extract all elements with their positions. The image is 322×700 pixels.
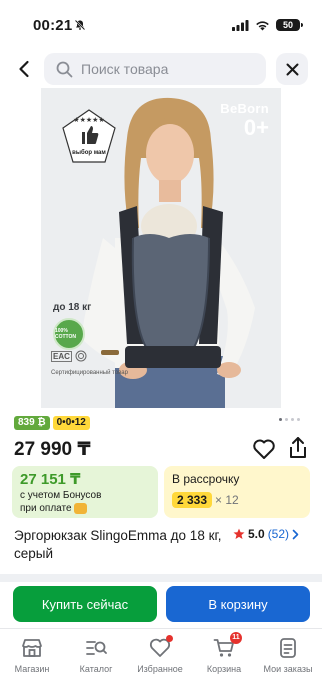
heart-icon	[253, 439, 275, 459]
back-button[interactable]	[10, 53, 38, 85]
pagination-dot	[285, 418, 288, 421]
pagination-dot	[291, 418, 294, 421]
award-label: выбор мам	[72, 150, 106, 156]
bonus-note-line2: при оплате	[20, 503, 72, 514]
section-divider	[0, 574, 322, 582]
tab-cart[interactable]: 11 Корзина	[192, 632, 256, 674]
cotton-badge-icon: 100% COTTON	[53, 318, 85, 350]
orders-icon	[280, 638, 296, 658]
store-icon	[22, 639, 42, 657]
close-button[interactable]	[276, 53, 308, 85]
share-button[interactable]	[287, 436, 309, 460]
search-icon	[56, 61, 73, 77]
review-count: (52)	[267, 527, 290, 541]
tab-label: Каталог	[79, 664, 113, 674]
add-to-cart-button[interactable]: В корзину	[166, 586, 310, 622]
installment-badge: 0•0•12	[52, 416, 90, 430]
installment-card[interactable]: В рассрочку 2 333 × 12	[164, 466, 310, 518]
product-title: Эргорюкзак SlingoEmma до 18 кг, серый	[14, 528, 222, 561]
tab-label: Магазин	[14, 664, 50, 674]
svg-text:★★★★★: ★★★★★	[73, 116, 104, 124]
installment-amount: 2 333	[172, 492, 213, 508]
bonus-coin-icon	[73, 502, 87, 514]
tab-catalog[interactable]: Каталог	[64, 637, 128, 674]
favorites-dot-badge	[166, 635, 173, 642]
tab-label: Мои заказы	[263, 664, 313, 674]
battery-icon: 50	[276, 19, 303, 31]
cart-count-badge: 11	[230, 632, 242, 644]
signal-icon	[232, 19, 249, 31]
catalog-search-icon	[86, 641, 107, 655]
bonus-badge: 839 ₿	[14, 416, 50, 430]
favorite-button[interactable]	[252, 438, 276, 460]
brand-name: BeBorn	[220, 101, 269, 116]
product-image[interactable]: ★★★★★ выбор мам BeBorn 0+ до 18 кг 100% …	[41, 88, 281, 408]
close-icon	[286, 63, 298, 75]
battery-level: 50	[282, 20, 293, 30]
bottom-navigation: Магазин Каталог Избранное 11 Корзина Мои…	[0, 628, 322, 700]
bonus-price-card[interactable]: 27 151 ₸ с учетом Бонусов при оплате	[12, 466, 158, 518]
product-price: 27 990 ₸	[14, 439, 91, 460]
tab-store[interactable]: Магазин	[0, 637, 64, 674]
cotton-badge-text: 100% COTTON	[55, 328, 77, 340]
installment-months: × 12	[215, 493, 239, 507]
share-icon	[290, 437, 306, 458]
brand-mark: BeBorn 0+	[220, 102, 269, 139]
award-badge: ★★★★★ выбор мам	[61, 108, 117, 164]
buy-now-button[interactable]: Купить сейчас	[13, 586, 157, 622]
tab-favorites[interactable]: Избранное	[128, 635, 192, 674]
status-time: 00:21	[33, 17, 73, 34]
bonus-note-line1: с учетом Бонусов	[20, 490, 102, 501]
wifi-icon	[256, 20, 269, 30]
weight-label: до 18 кг	[53, 302, 92, 313]
bell-muted-icon	[74, 19, 86, 31]
tab-label: Избранное	[137, 664, 183, 674]
tab-orders[interactable]: Мои заказы	[256, 637, 320, 674]
promo-badges: 839 ₿ 0•0•12	[14, 416, 90, 430]
star-icon	[233, 528, 245, 539]
pagination-dot	[279, 418, 282, 421]
certificate-seal-icon	[75, 350, 87, 362]
certified-text: Сертифицированный товар	[51, 370, 128, 376]
gallery-pagination	[279, 418, 300, 421]
pagination-dot	[297, 418, 300, 421]
chevron-left-icon	[19, 60, 29, 78]
product-rating[interactable]: 5.0 (52)	[233, 527, 299, 541]
installment-title: В рассрочку	[172, 472, 240, 486]
brand-age: 0+	[243, 115, 269, 140]
status-bar: 00:21 50	[0, 0, 322, 44]
chevron-right-icon	[292, 529, 299, 539]
tab-label: Корзина	[206, 664, 242, 674]
certification-marks: EAC	[51, 350, 87, 362]
eac-mark: EAC	[51, 350, 72, 362]
search-header: Поиск товара	[0, 50, 322, 88]
search-placeholder: Поиск товара	[81, 61, 169, 77]
bonus-price: 27 151 ₸	[20, 471, 81, 488]
rating-score: 5.0	[248, 527, 265, 541]
search-input[interactable]: Поиск товара	[44, 53, 266, 85]
